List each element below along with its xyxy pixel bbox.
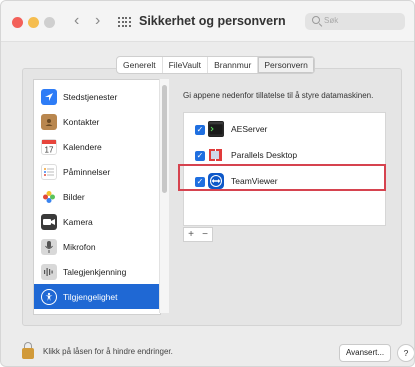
tab-filevault[interactable]: FileVault bbox=[163, 57, 209, 73]
sidebar-item-kamera[interactable]: Kamera bbox=[34, 209, 160, 234]
back-button[interactable]: ‹ bbox=[74, 12, 79, 30]
search-icon bbox=[312, 16, 320, 24]
sidebar-item-stedstjenester[interactable]: Stedstjenester bbox=[34, 84, 160, 109]
zoom-window-button[interactable] bbox=[44, 17, 55, 28]
show-all-grid-icon[interactable] bbox=[118, 17, 131, 27]
list-item-aeserver[interactable]: ✓ AEServer bbox=[184, 116, 385, 142]
sidebar-item-mikrofon[interactable]: Mikrofon bbox=[34, 234, 160, 259]
add-remove-control: + − bbox=[183, 227, 213, 242]
calendar-icon: 17 bbox=[41, 138, 57, 155]
window-title: Sikkerhet og personvern bbox=[139, 14, 286, 28]
sidebar-item-label: Bilder bbox=[63, 191, 85, 202]
parallels-checkbox[interactable]: ✓ bbox=[195, 151, 205, 161]
remove-app-button[interactable]: − bbox=[202, 229, 208, 240]
app-name: Parallels Desktop bbox=[231, 150, 298, 160]
sidebar-item-label: Tilgjengelighet bbox=[63, 291, 118, 302]
sidebar-item-kontakter[interactable]: Kontakter bbox=[34, 109, 160, 134]
sidebar-item-label: Mikrofon bbox=[63, 241, 96, 252]
location-arrow-icon bbox=[41, 88, 57, 105]
minimize-window-button[interactable] bbox=[28, 17, 39, 28]
camera-icon bbox=[41, 213, 57, 230]
sidebar-scroll-thumb[interactable] bbox=[162, 85, 167, 193]
sidebar-item-label: Talegjenkjenning bbox=[63, 266, 127, 277]
bottom-bar: Klikk på låsen for å hindre endringer. A… bbox=[1, 333, 414, 366]
accessibility-icon bbox=[41, 288, 57, 305]
terminal-icon bbox=[208, 121, 224, 137]
preferences-window: ‹ › Sikkerhet og personvern Søk Generelt… bbox=[0, 0, 415, 367]
close-window-button[interactable] bbox=[12, 17, 23, 28]
tab-personvern[interactable]: Personvern bbox=[258, 57, 314, 73]
advanced-button[interactable]: Avansert... bbox=[339, 344, 391, 362]
teamviewer-highlight-box bbox=[178, 164, 386, 191]
search-placeholder: Søk bbox=[324, 16, 339, 25]
tab-brannmur[interactable]: Brannmur bbox=[208, 57, 259, 73]
forward-button[interactable]: › bbox=[95, 12, 100, 30]
svg-text:17: 17 bbox=[45, 145, 54, 154]
app-name: AEServer bbox=[231, 124, 268, 134]
parallels-icon bbox=[208, 147, 224, 163]
photos-flower-icon bbox=[41, 188, 57, 205]
sidebar-scrollbar[interactable] bbox=[159, 79, 169, 313]
contacts-book-icon bbox=[41, 113, 57, 130]
tab-bar: Generelt FileVault Brannmur Personvern bbox=[116, 56, 315, 74]
sidebar-item-label: Kamera bbox=[63, 216, 93, 227]
tab-generelt[interactable]: Generelt bbox=[117, 57, 163, 73]
sidebar-item-label: Påminnelser bbox=[63, 166, 111, 177]
search-field[interactable]: Søk bbox=[305, 13, 405, 30]
title-bar: ‹ › Sikkerhet og personvern Søk bbox=[1, 1, 414, 42]
sidebar-item-kalendere[interactable]: 17 Kalendere bbox=[34, 134, 160, 159]
sidebar-item-talegjenkjenning[interactable]: Talegjenkjenning bbox=[34, 259, 160, 284]
sidebar-item-label: Stedstjenester bbox=[63, 91, 118, 102]
add-app-button[interactable]: + bbox=[188, 229, 194, 240]
privacy-category-list: Stedstjenester Kontakter 17 Kalendere På… bbox=[33, 79, 161, 315]
accessibility-description: Gi appene nedenfor tillatelse til å styr… bbox=[183, 91, 374, 100]
sidebar-item-paminnelser[interactable]: Påminnelser bbox=[34, 159, 160, 184]
sidebar-item-tilgjengelighet[interactable]: Tilgjengelighet bbox=[34, 284, 160, 309]
waveform-icon bbox=[41, 263, 57, 280]
help-button[interactable]: ? bbox=[397, 344, 414, 362]
microphone-icon bbox=[41, 238, 57, 255]
reminders-list-icon bbox=[41, 163, 57, 180]
sidebar-item-bilder[interactable]: Bilder bbox=[34, 184, 160, 209]
sidebar-item-label: Kontakter bbox=[63, 116, 100, 127]
sidebar-item-label: Kalendere bbox=[63, 141, 102, 152]
lock-icon[interactable] bbox=[22, 342, 34, 360]
aeserver-checkbox[interactable]: ✓ bbox=[195, 125, 205, 135]
lock-status-text: Klikk på låsen for å hindre endringer. bbox=[43, 347, 173, 356]
